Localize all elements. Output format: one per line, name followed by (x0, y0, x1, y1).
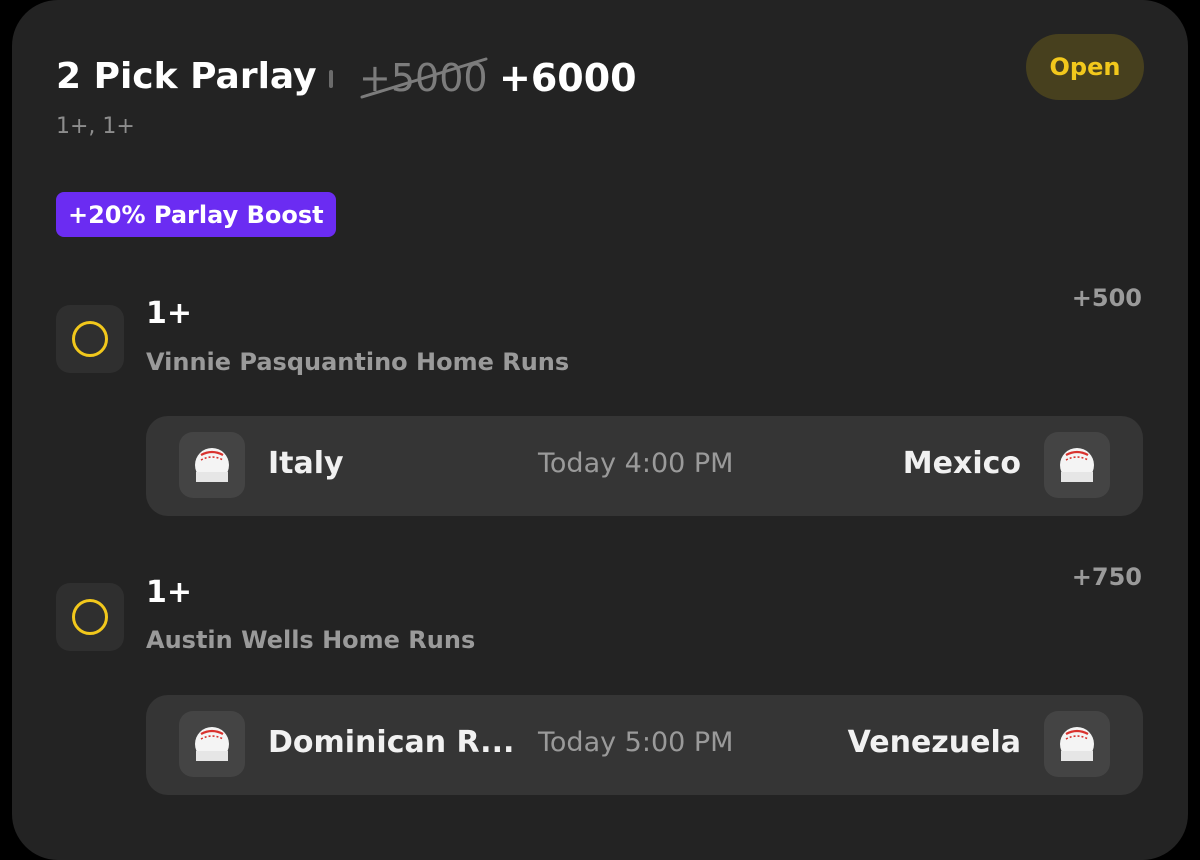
team-logo (1044, 711, 1110, 777)
pick-odds: +500 (1071, 284, 1142, 312)
boosted-odds: +6000 (499, 56, 637, 100)
circle-outline-icon (72, 321, 108, 357)
baseball-icon (1060, 727, 1094, 761)
pick-description: Vinnie Pasquantino Home Runs (146, 348, 570, 376)
title-separator (329, 70, 333, 88)
pick-odds: +750 (1071, 563, 1142, 591)
strikethrough-line (360, 57, 488, 99)
team-logo (1044, 432, 1110, 498)
circle-outline-icon (72, 599, 108, 635)
game-row[interactable]: Italy Today 4:00 PM Mexico (146, 416, 1143, 516)
status-badge: Open (1026, 34, 1144, 100)
away-team-name: Dominican R... (268, 725, 515, 760)
parlay-boost-badge: +20% Parlay Boost (56, 192, 336, 237)
home-team-name: Mexico (902, 446, 1021, 481)
away-team-name: Italy (268, 446, 344, 481)
pick-line: 1+ (146, 296, 193, 331)
home-team-name: Venezuela (847, 725, 1021, 760)
parlay-card[interactable]: 2 Pick Parlay +5000 +6000 Open 1+, 1+ +2… (12, 0, 1188, 860)
parlay-title: 2 Pick Parlay (56, 56, 317, 97)
baseball-icon (1060, 448, 1094, 482)
pick-line: 1+ (146, 575, 193, 610)
team-logo (179, 711, 245, 777)
baseball-icon (195, 448, 229, 482)
team-logo (179, 432, 245, 498)
pick-status-indicator[interactable] (56, 583, 124, 651)
game-time: Today 5:00 PM (538, 727, 734, 758)
pick-status-indicator[interactable] (56, 305, 124, 373)
pick-description: Austin Wells Home Runs (146, 626, 476, 654)
baseball-icon (195, 727, 229, 761)
parlay-subtitle: 1+, 1+ (56, 114, 135, 139)
game-row[interactable]: Dominican R... Today 5:00 PM Venezuela (146, 695, 1143, 795)
game-time: Today 4:00 PM (538, 448, 734, 479)
